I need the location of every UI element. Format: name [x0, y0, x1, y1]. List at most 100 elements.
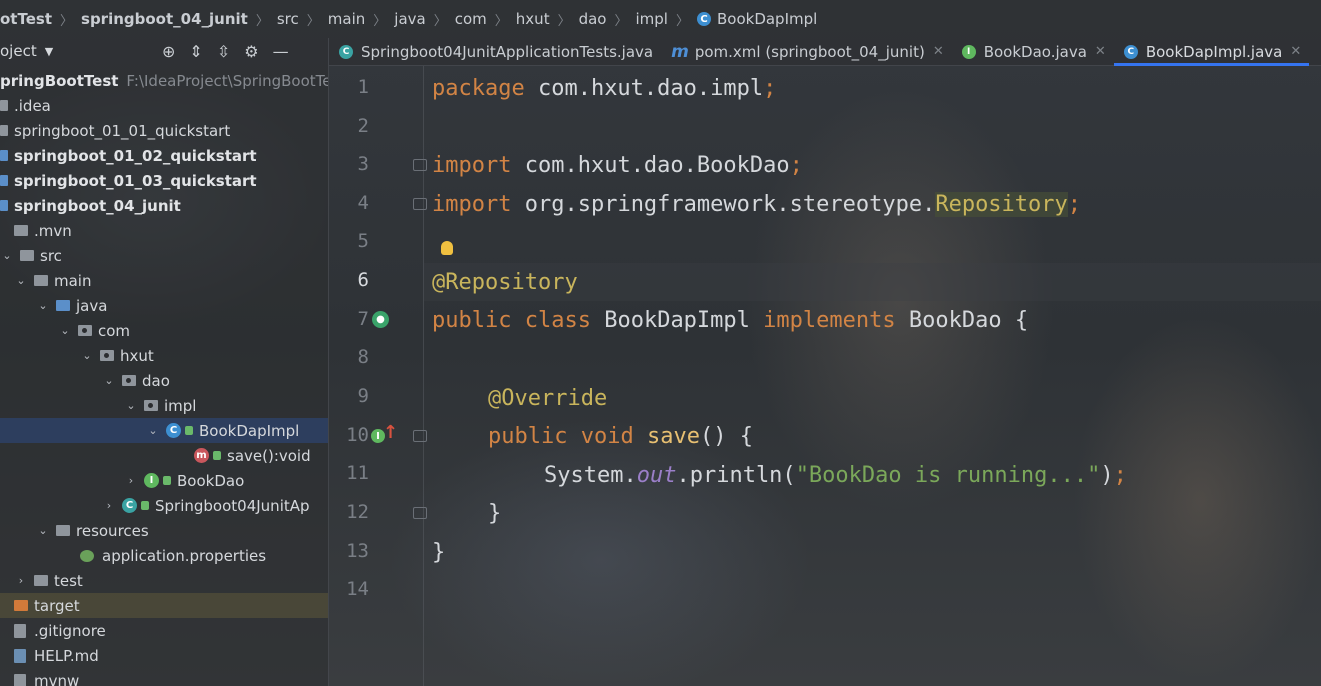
close-icon[interactable]: ✕: [1290, 44, 1301, 59]
code-token: ;: [1067, 191, 1082, 217]
close-icon[interactable]: ✕: [1095, 44, 1106, 59]
tree-item[interactable]: ⌄ hxut: [0, 343, 328, 368]
chevron-down-icon[interactable]: ⌄: [0, 249, 14, 262]
tab-springboot04-tests[interactable]: C Springboot04JunitApplicationTests.java: [329, 38, 661, 65]
fold-icon[interactable]: [413, 430, 427, 442]
folder-icon: [0, 100, 8, 111]
interface-icon: I: [961, 44, 976, 59]
tree-item[interactable]: mvnw: [0, 668, 328, 686]
tree-item[interactable]: ⌄ java: [0, 293, 328, 318]
breadcrumb-item[interactable]: com: [455, 10, 487, 28]
expand-all-icon[interactable]: ⇕: [189, 42, 202, 61]
dropdown-arrow-icon[interactable]: ▼: [45, 45, 53, 58]
tab-bookdapimpl-java[interactable]: C BookDapImpl.java ✕: [1113, 38, 1310, 66]
fold-icon[interactable]: [413, 507, 427, 519]
tree-item[interactable]: .mvn: [0, 218, 328, 243]
chevron-down-icon[interactable]: ⌄: [80, 349, 94, 362]
tree-item[interactable]: springboot_04_junit: [0, 193, 328, 218]
tab-pom-xml[interactable]: m pom.xml (springboot_04_junit) ✕: [661, 38, 952, 65]
chevron-down-icon[interactable]: ⌄: [36, 299, 50, 312]
tab-label: BookDao.java: [983, 42, 1087, 61]
close-icon[interactable]: ✕: [933, 44, 944, 59]
line-number: 8: [357, 346, 369, 368]
package-icon: [78, 325, 92, 336]
module-icon: [0, 200, 8, 211]
lightbulb-icon[interactable]: [441, 241, 453, 255]
chevron-right-icon: 〉: [433, 13, 447, 29]
maven-icon: m: [671, 41, 689, 62]
chevron-down-icon[interactable]: ⌄: [146, 424, 160, 437]
project-view-selector[interactable]: oject: [0, 42, 37, 60]
tree-item[interactable]: springboot_01_03_quickstart: [0, 168, 328, 193]
tree-item-label: resources: [76, 521, 149, 540]
chevron-down-icon[interactable]: ⌄: [36, 524, 50, 537]
tree-item-label: .gitignore: [34, 621, 106, 640]
tree-item[interactable]: target: [0, 593, 328, 618]
gitignore-file-icon: [14, 623, 26, 638]
tree-item[interactable]: ⌄ main: [0, 268, 328, 293]
breadcrumb-item[interactable]: main: [328, 10, 365, 28]
tree-item[interactable]: .gitignore: [0, 618, 328, 643]
chevron-down-icon[interactable]: ⌄: [14, 274, 28, 287]
tree-item[interactable]: m save():void: [0, 443, 328, 468]
tree-item[interactable]: ⌄ dao: [0, 368, 328, 393]
module-icon: [0, 175, 8, 186]
tree-item[interactable]: ⌄ resources: [0, 518, 328, 543]
tree-item[interactable]: ⌄ com: [0, 318, 328, 343]
tab-bookdao-java[interactable]: I BookDao.java ✕: [952, 38, 1114, 65]
tree-item-selected[interactable]: ⌄ C BookDapImpl: [0, 418, 328, 443]
code-token: class: [511, 307, 591, 333]
tree-item-label: .idea: [14, 96, 51, 115]
tree-item[interactable]: ⌄ impl: [0, 393, 328, 418]
fold-icon[interactable]: [413, 198, 427, 210]
breadcrumb-item[interactable]: springboot_04_junit: [81, 10, 248, 28]
chevron-down-icon[interactable]: ⌄: [102, 374, 116, 387]
tree-item[interactable]: › I BookDao: [0, 468, 328, 493]
line-number: 4: [357, 192, 369, 214]
fold-icon[interactable]: [413, 159, 427, 171]
tree-item[interactable]: › C Springboot04JunitAp: [0, 493, 328, 518]
chevron-right-icon[interactable]: ›: [14, 574, 28, 587]
collapse-all-icon[interactable]: ⇳: [217, 42, 230, 61]
tree-item[interactable]: application.properties: [0, 543, 328, 568]
code-line: import com.hxut.dao.BookDao;: [432, 146, 803, 184]
breadcrumb-item[interactable]: java: [394, 10, 425, 28]
chevron-right-icon: 〉: [306, 13, 320, 29]
project-sidebar: oject ▼ ⊕ ⇕ ⇳ ⚙ — pringBootTest F:\IdeaP…: [0, 38, 329, 686]
line-number: 12: [346, 501, 369, 523]
tree-item[interactable]: ⌄ src: [0, 243, 328, 268]
breadcrumb-item[interactable]: dao: [579, 10, 607, 28]
chevron-right-icon[interactable]: ›: [102, 499, 116, 512]
locate-icon[interactable]: ⊕: [162, 42, 175, 61]
gear-icon[interactable]: ⚙: [244, 42, 258, 61]
chevron-right-icon[interactable]: ›: [124, 474, 138, 487]
breadcrumb-item[interactable]: otTest: [0, 10, 52, 28]
tree-item[interactable]: springboot_01_02_quickstart: [0, 143, 328, 168]
tree-root[interactable]: pringBootTest F:\IdeaProject\SpringBootT…: [0, 68, 328, 93]
breadcrumb-item[interactable]: hxut: [516, 10, 550, 28]
chevron-right-icon: 〉: [373, 13, 387, 29]
line-number: 14: [346, 578, 369, 600]
breadcrumb-item[interactable]: impl: [636, 10, 668, 28]
tree-item[interactable]: HELP.md: [0, 643, 328, 668]
arrow-up-icon[interactable]: ↑: [383, 422, 398, 443]
tree-item[interactable]: springboot_01_01_quickstart: [0, 118, 328, 143]
chevron-down-icon[interactable]: ⌄: [58, 324, 72, 337]
folder-icon: [0, 125, 8, 136]
code-line: System. out .println("BookDao is running..…: [544, 456, 1127, 494]
code-editor[interactable]: 1 2 3 4 5 6 7 8 9 10 11 12 13 14 ● I ↑ p…: [329, 66, 1321, 686]
properties-file-icon: [80, 549, 94, 562]
markdown-file-icon: [14, 648, 26, 663]
tree-item-label: main: [54, 271, 92, 290]
interface-icon: I: [144, 473, 159, 488]
tree-item[interactable]: .idea: [0, 93, 328, 118]
excluded-folder-icon: [14, 600, 28, 611]
breadcrumb-item[interactable]: BookDapImpl: [717, 10, 817, 28]
tree-item[interactable]: › test: [0, 568, 328, 593]
line-number: 13: [346, 540, 369, 562]
chevron-down-icon[interactable]: ⌄: [124, 399, 138, 412]
breadcrumb-item[interactable]: src: [277, 10, 299, 28]
minimize-icon[interactable]: —: [273, 42, 289, 61]
bean-icon[interactable]: ●: [372, 311, 389, 328]
code-token: @Repository: [432, 269, 578, 295]
